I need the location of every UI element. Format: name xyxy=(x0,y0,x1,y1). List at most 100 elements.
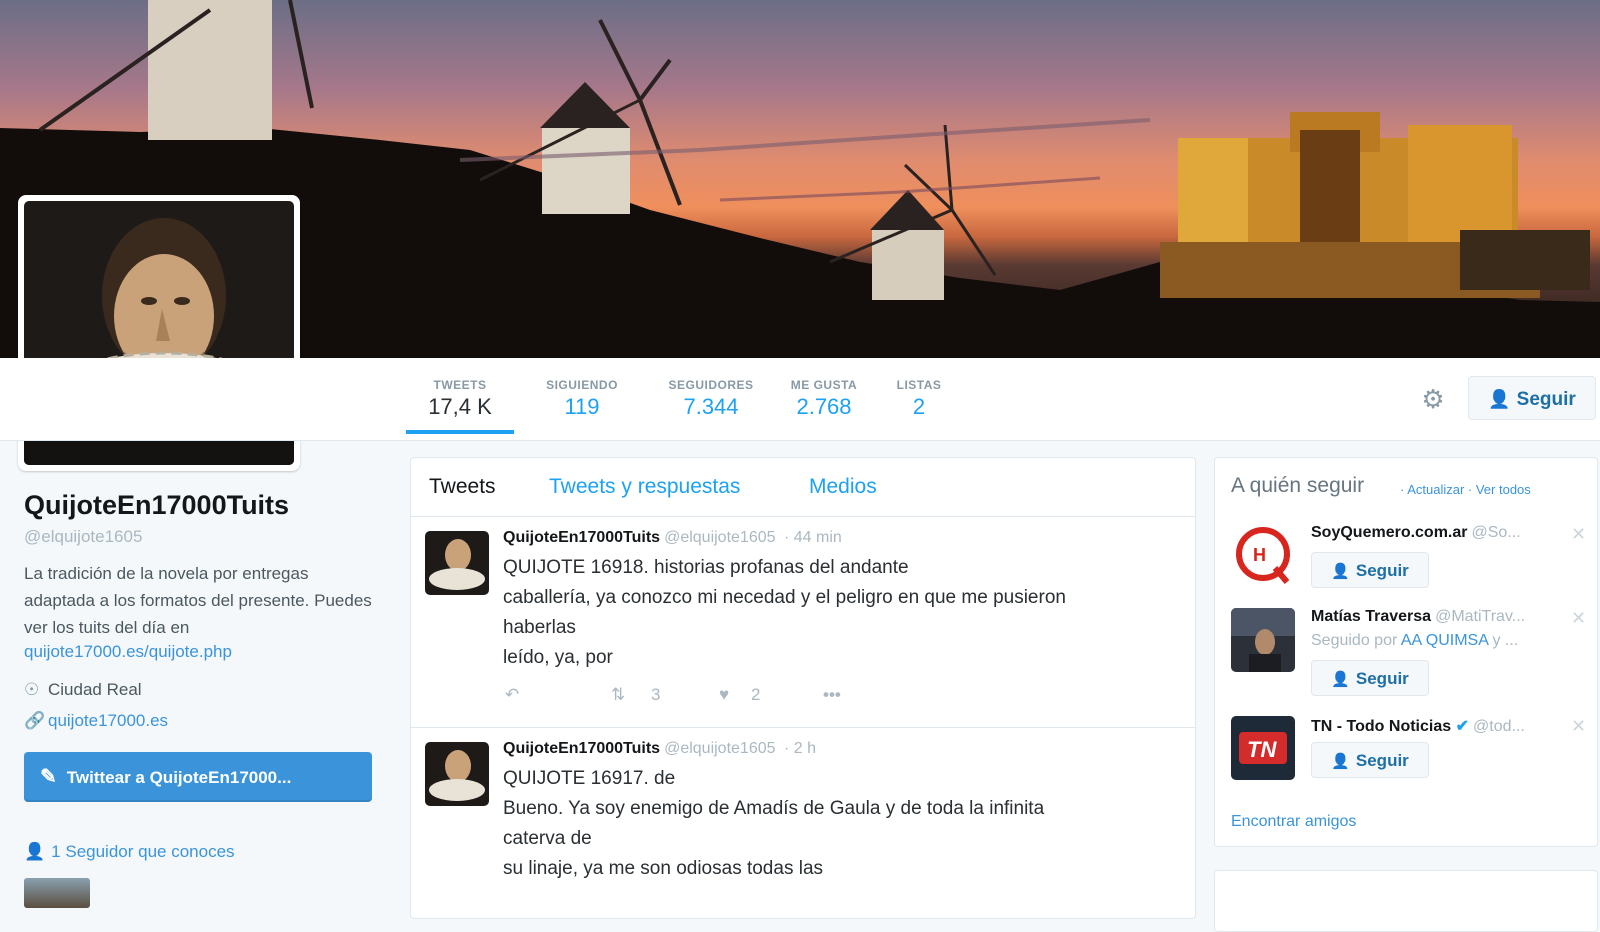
suggested-follow-button[interactable]: 👤 Seguir xyxy=(1311,742,1429,778)
known-follower-avatar[interactable] xyxy=(24,878,90,908)
followed-by-prefix: Seguido por xyxy=(1311,632,1398,649)
tweet-time[interactable]: · 44 min xyxy=(784,529,842,546)
suggested-name[interactable]: Matías Traversa @MatiTrav... xyxy=(1311,608,1525,626)
tweet-line: caterva de xyxy=(503,828,592,849)
profile-handle[interactable]: @elquijote1605 xyxy=(24,527,142,547)
stat-label: TWEETS xyxy=(433,378,487,392)
close-icon[interactable]: ✕ xyxy=(1571,608,1586,629)
close-icon[interactable]: ✕ xyxy=(1571,716,1586,737)
tweet-to-button[interactable]: ✎ Twittear a QuijoteEn17000... xyxy=(24,752,372,802)
tweet-text: QUIJOTE 16918. historias profanas del an… xyxy=(503,553,1183,673)
tab-tweets-and-replies[interactable]: Tweets y respuestas xyxy=(549,475,740,499)
timeline-tabs: Tweets Tweets y respuestas Medios xyxy=(411,458,1195,517)
tweet-author-name[interactable]: QuijoteEn17000Tuits xyxy=(503,740,660,757)
profile-location: ☉ Ciudad Real xyxy=(24,680,142,700)
trends-panel xyxy=(1214,870,1598,932)
svg-text:H: H xyxy=(1253,545,1266,565)
location-pin-icon: ☉ xyxy=(24,680,40,699)
stat-value: 7.344 xyxy=(683,394,739,419)
suggested-name[interactable]: SoyQuemero.com.ar @So... xyxy=(1311,524,1521,542)
suggested-handle[interactable]: @MatiTrav... xyxy=(1435,608,1525,625)
profile-name[interactable]: QuijoteEn17000Tuits xyxy=(24,490,289,521)
tweet-avatar-image xyxy=(425,531,489,595)
tweet-time[interactable]: · 2 h xyxy=(784,740,816,757)
retweet-count: 3 xyxy=(651,685,661,704)
tweet-header: QuijoteEn17000Tuits @elquijote1605 · 2 h xyxy=(503,740,816,758)
stat-label: ME GUSTA xyxy=(790,378,858,392)
tweet[interactable]: QuijoteEn17000Tuits @elquijote1605 · 44 m… xyxy=(411,517,1195,728)
svg-text:TN: TN xyxy=(1247,737,1277,762)
stat-label: SIGUIENDO xyxy=(546,378,618,392)
gear-icon[interactable]: ⚙ xyxy=(1418,384,1448,414)
tweet-line: su linaje, ya me son odiosas todas las xyxy=(503,858,824,879)
stat-following[interactable]: SIGUIENDO 119 xyxy=(528,358,636,440)
known-followers-link[interactable]: 👤 1 Seguidor que conoces xyxy=(24,842,235,862)
followed-by-text: Seguido por AA QUIMSA y ... xyxy=(1311,632,1518,650)
find-friends-link[interactable]: Encontrar amigos xyxy=(1231,813,1356,831)
suggested-avatar[interactable]: TN xyxy=(1231,716,1295,780)
suggested-avatar-image: H xyxy=(1231,524,1295,588)
tweet-avatar[interactable] xyxy=(425,742,489,806)
link-icon: 🔗 xyxy=(24,711,46,730)
add-user-icon: 👤 xyxy=(1331,563,1350,580)
suggested-name-text[interactable]: Matías Traversa xyxy=(1311,608,1431,625)
stat-value: 2 xyxy=(912,394,926,419)
suggested-name[interactable]: TN - Todo Noticias ✔ @tod... xyxy=(1311,716,1525,736)
suggested-avatar[interactable]: H xyxy=(1231,524,1295,588)
tweet-line: haberlas xyxy=(503,617,576,638)
retweet-icon[interactable]: ⇅ xyxy=(611,685,625,705)
who-to-follow-title: A quién seguir xyxy=(1231,474,1365,497)
who-to-follow-panel: A quién seguir · Actualizar · Ver todos … xyxy=(1214,457,1598,847)
tweet-avatar[interactable] xyxy=(425,531,489,595)
close-icon[interactable]: ✕ xyxy=(1571,524,1586,545)
location-text: Ciudad Real xyxy=(48,680,142,699)
tab-tweets[interactable]: Tweets xyxy=(429,475,496,499)
website-text[interactable]: quijote17000.es xyxy=(48,711,168,730)
suggested-follow-button[interactable]: 👤 Seguir xyxy=(1311,552,1429,588)
stat-value: 2.768 xyxy=(796,394,852,419)
tweet-to-label: Twittear a QuijoteEn17000... xyxy=(66,768,292,787)
tweet[interactable]: QuijoteEn17000Tuits @elquijote1605 · 2 h … xyxy=(411,728,1195,928)
suggested-follow-button[interactable]: 👤 Seguir xyxy=(1311,660,1429,696)
profile-website[interactable]: 🔗 quijote17000.es xyxy=(24,711,168,731)
tweet-avatar-image xyxy=(425,742,489,806)
stat-label: LISTAS xyxy=(896,378,942,392)
tweet-author-handle[interactable]: @elquijote1605 xyxy=(664,740,775,757)
followed-by-link[interactable]: AA QUIMSA xyxy=(1401,632,1488,649)
tweet-text: QUIJOTE 16917. de Bueno. Ya soy enemigo … xyxy=(503,764,1183,884)
tweet-author-name[interactable]: QuijoteEn17000Tuits xyxy=(503,529,660,546)
add-user-icon: 👤 xyxy=(1331,671,1350,688)
tweet-line: caballería, ya conozco mi necedad y el p… xyxy=(503,587,1066,608)
refresh-view-all-links[interactable]: · Actualizar · Ver todos xyxy=(1400,482,1531,497)
stat-value: 17,4 K xyxy=(428,394,492,419)
stat-likes[interactable]: ME GUSTA 2.768 xyxy=(772,358,876,440)
known-followers-text[interactable]: 1 Seguidor que conoces xyxy=(51,842,234,861)
reply-icon[interactable]: ↶ xyxy=(505,685,519,705)
compose-icon: ✎ xyxy=(40,766,57,788)
stat-lists[interactable]: LISTAS 2 xyxy=(880,358,958,440)
suggested-avatar[interactable] xyxy=(1231,608,1295,672)
suggested-name-text[interactable]: SoyQuemero.com.ar xyxy=(1311,524,1468,541)
suggested-avatar-image xyxy=(1231,608,1295,672)
suggested-handle[interactable]: @tod... xyxy=(1473,718,1525,735)
follow-button[interactable]: 👤 Seguir xyxy=(1468,376,1596,420)
suggested-account: TN TN - Todo Noticias ✔ @tod... 👤 Seguir ✕ xyxy=(1215,716,1597,816)
suggested-name-text[interactable]: TN - Todo Noticias xyxy=(1311,718,1451,735)
user-icon: 👤 xyxy=(24,842,46,861)
tab-media[interactable]: Medios xyxy=(809,475,877,499)
bio-link[interactable]: quijote17000.es/quijote.php xyxy=(24,642,232,662)
stat-value: 119 xyxy=(564,394,600,419)
suggested-account: Matías Traversa @MatiTrav... Seguido por … xyxy=(1215,608,1597,708)
tweet-line: QUIJOTE 16918. historias profanas del an… xyxy=(503,557,909,578)
verified-badge-icon: ✔ xyxy=(1455,718,1469,735)
like-icon[interactable]: ♥ xyxy=(719,685,729,705)
tweet-line: Bueno. Ya soy enemigo de Amadís de Gaula… xyxy=(503,798,1045,819)
add-user-icon: 👤 xyxy=(1331,753,1350,770)
more-icon[interactable]: ••• xyxy=(823,685,841,705)
profile-nav-bar: TWEETS 17,4 K SIGUIENDO 119 SEGUIDORES 7… xyxy=(0,358,1600,441)
tweet-author-handle[interactable]: @elquijote1605 xyxy=(664,529,775,546)
suggested-handle[interactable]: @So... xyxy=(1472,524,1521,541)
stat-tweets[interactable]: TWEETS 17,4 K xyxy=(406,358,514,440)
stat-followers[interactable]: SEGUIDORES 7.344 xyxy=(646,358,776,440)
tweet-actions: ↶ ⇅ 3 ♥ 2 ••• xyxy=(503,685,903,709)
